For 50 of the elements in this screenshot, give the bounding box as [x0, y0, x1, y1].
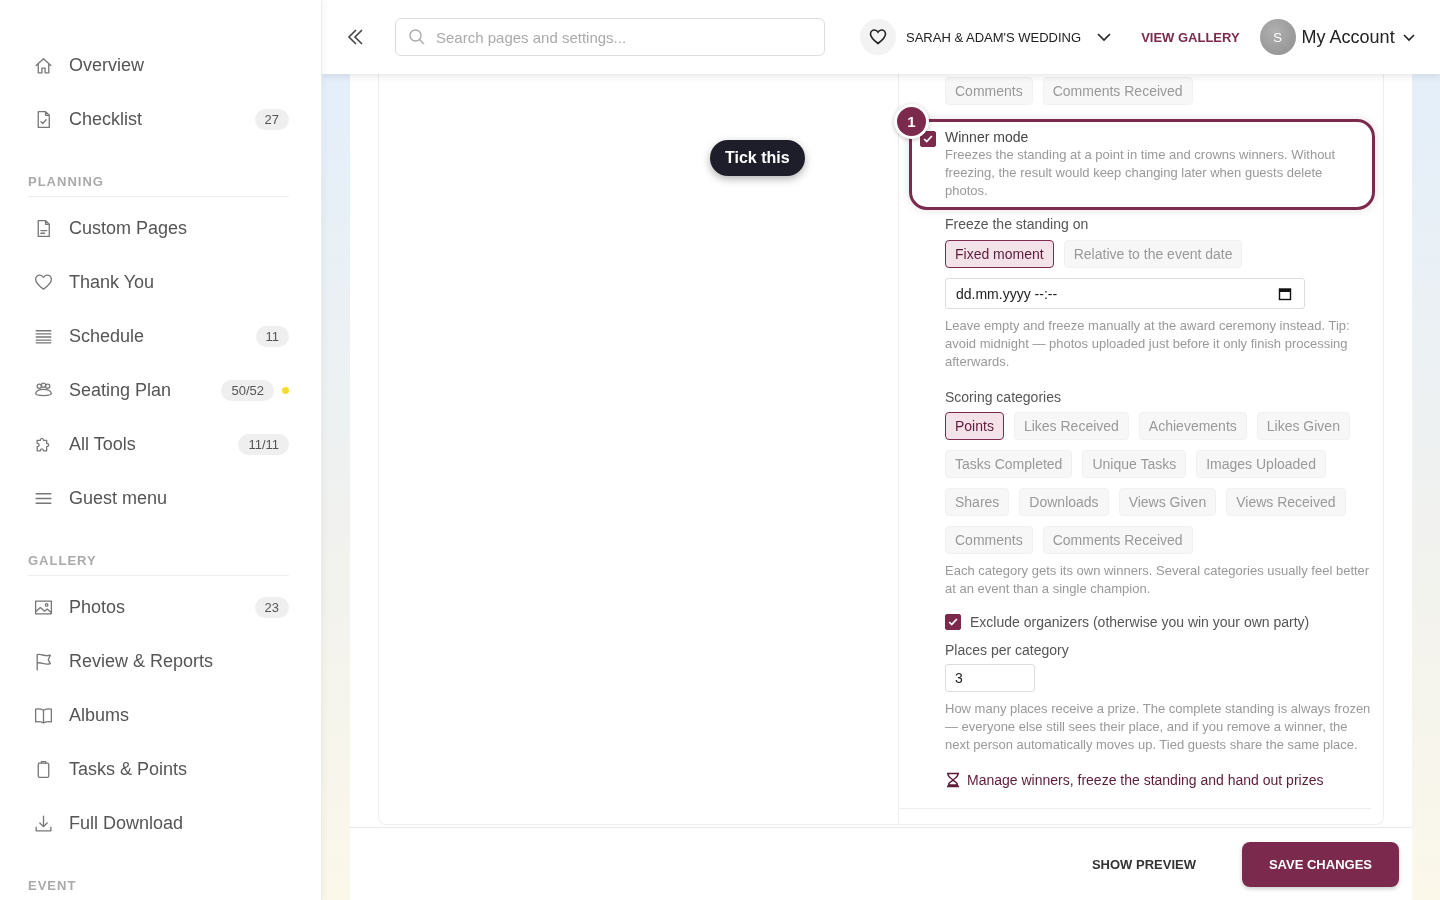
sidebar-item[interactable]: Tasks & Points	[28, 742, 289, 796]
tooltip: Tick this	[710, 140, 805, 176]
sidebar-item[interactable]: Seating Plan 50/52	[28, 363, 289, 417]
search-icon	[408, 28, 426, 46]
sidebar-item[interactable]: Albums	[28, 688, 289, 742]
checkbox[interactable]	[945, 614, 961, 630]
category-chip[interactable]: Points	[945, 412, 1004, 440]
sidebar-item[interactable]: Full Download	[28, 796, 289, 850]
sidebar-item[interactable]: Guest menu	[28, 471, 289, 525]
account-menu-button[interactable]: S My Account	[1259, 19, 1417, 55]
sidebar-item[interactable]: Review & Reports	[28, 634, 289, 688]
field-label: Places per category	[945, 642, 1069, 658]
download-icon	[33, 812, 54, 834]
calendar-icon	[1278, 286, 1292, 301]
count-badge: 50/52	[221, 379, 274, 401]
view-gallery-link[interactable]: VIEW GALLERY	[1141, 29, 1240, 45]
field-label: Freeze the standing on	[945, 216, 1089, 232]
sidebar-item[interactable]: Custom Pages	[28, 201, 289, 255]
count-badge: 27	[254, 108, 289, 130]
step-badge: 1	[894, 104, 929, 139]
checkbox-label: Exclude organizers (otherwise you win your own party)	[970, 614, 1310, 630]
show-preview-button[interactable]: SHOW PREVIEW	[1085, 855, 1202, 873]
sidebar-item[interactable]: Thank You	[28, 255, 289, 309]
number-field[interactable]: 3	[945, 664, 1035, 692]
field-label: Scoring categories	[945, 389, 1061, 405]
count-badge: 11	[255, 325, 289, 347]
section-heading: PLANNING	[28, 174, 104, 189]
sidebar-item[interactable]: Checklist 27	[28, 92, 289, 146]
option-title: Winner mode	[945, 129, 1030, 146]
count-badge: 23	[254, 596, 289, 618]
sidebar-item[interactable]: Photos 23	[28, 580, 289, 634]
search-field[interactable]: Search pages and settings...	[395, 18, 825, 56]
sidebar-item[interactable]: Overview	[28, 38, 289, 92]
count-badge: 11/11	[238, 433, 289, 455]
checkbox[interactable]	[920, 131, 936, 147]
save-changes-button[interactable]: SAVE CHANGES	[1241, 841, 1399, 887]
help-text: Leave empty and freeze manually at the award ceremony instead. Tip: avoid midnight — photos uploaded just before it only finish processing afterwards.	[945, 317, 1351, 371]
manage-winners-link[interactable]: Manage winners, freeze the standing and hand out prizes	[945, 772, 1324, 788]
sidebar-item[interactable]: All Tools 11/11	[28, 417, 289, 471]
section-heading: GALLERY	[28, 553, 97, 568]
segment-option[interactable]: Fixed moment	[945, 240, 1054, 268]
checkmark-icon	[922, 133, 934, 145]
help-text: Each category gets its own winners. Several categories usually feel better at an event than a single champion.	[945, 562, 1371, 598]
sidebar-item[interactable]: Schedule 11	[28, 309, 289, 363]
event-selector[interactable]: SARAH & ADAM'S WEDDING	[902, 28, 1118, 46]
date-time-field[interactable]: dd.mm.yyyy --:--	[945, 278, 1305, 309]
option-description: Freezes the standing at a point in time and crowns winners. Without freezing, the result would keep changing later when guests delete photos.	[945, 146, 1337, 200]
checkmark-icon	[947, 616, 959, 628]
section-heading: EVENT	[28, 878, 77, 893]
help-text: How many places receive a prize. The complete standing is always frozen — everyone else still sees their place, and if you remove a winner, the next person automatically moves up. Tied guests share the same place.	[945, 700, 1371, 754]
